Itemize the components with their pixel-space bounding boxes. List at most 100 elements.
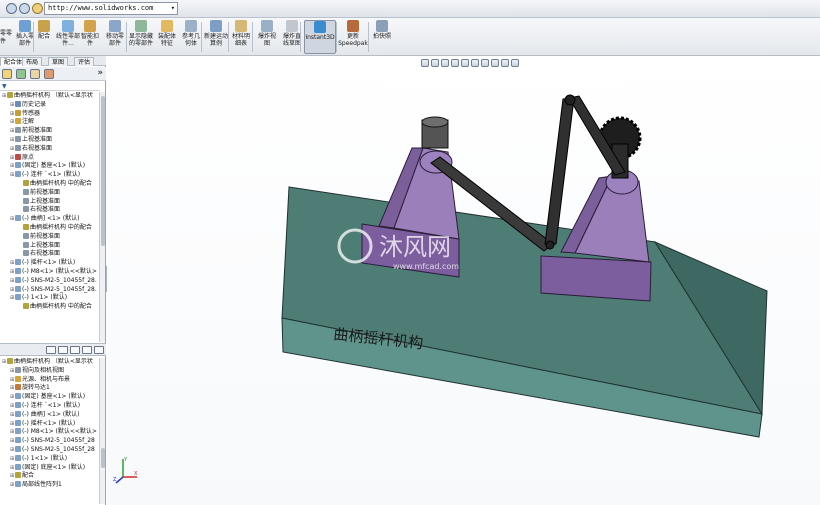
linear-pattern-button[interactable]: 线性零部件... — [56, 20, 80, 54]
tree-item[interactable]: ⊞ (-) M8<1> (默认<<默认> — [0, 267, 98, 277]
tree-item[interactable]: 曲柄摇杆机构 中的配合 — [0, 179, 98, 189]
forward-icon[interactable] — [19, 3, 30, 14]
tree-item[interactable]: ⊞ (-) 曲柄] <1> (默认) — [0, 410, 98, 420]
tree-item-label: 曲柄摇杆机构 中的配合 — [30, 223, 92, 231]
panel-tab[interactable]: 评估 — [74, 57, 95, 66]
tree-item[interactable]: ⊞ (-) SNS-M2-5_10455f_28. — [0, 276, 98, 286]
z-axis-label: Z — [113, 477, 117, 483]
config-manager-icon[interactable] — [30, 69, 40, 79]
tree-node-icon — [15, 215, 21, 222]
tree-item[interactable]: ⊞ (-) SNS-M2-5_10455f_28 — [0, 445, 98, 455]
filter-icon[interactable]: ▼ — [2, 83, 7, 90]
tree-item[interactable]: ⊞ (固定) 基座<1> (默认) — [0, 393, 98, 402]
toolbar-separator — [33, 22, 34, 52]
tree-item[interactable]: ⊞ 传感器 — [0, 109, 98, 119]
results-icon[interactable] — [70, 346, 80, 354]
mate-button[interactable]: 配合 — [36, 20, 52, 54]
reference-geometry-button[interactable]: 参考几何体 — [181, 20, 201, 54]
panel-splitter[interactable] — [0, 343, 106, 356]
smart-fasteners-icon — [84, 20, 96, 32]
calc-icon[interactable] — [82, 346, 92, 354]
scrollbar-thumb[interactable] — [101, 96, 105, 246]
tree-item[interactable]: ⊞ 视向及相机视图 — [0, 366, 98, 376]
browser-bar: http://www.solidworks.com ▾ — [0, 0, 820, 18]
tree-item[interactable]: 曲柄摇杆机构 中的配合 — [0, 303, 98, 312]
panel-tab[interactable]: 布局 — [22, 57, 43, 66]
insert-component-icon — [19, 20, 31, 32]
toolbar-separator — [201, 22, 202, 52]
filter-toggle-icon[interactable] — [46, 346, 56, 354]
panel-tab[interactable]: 草图 — [48, 57, 69, 66]
tree-item[interactable]: ⊞ (固定) 基座<1> (默认) — [0, 162, 98, 171]
tree-item[interactable]: ⊞ 配合 — [0, 472, 98, 481]
move-component-icon — [109, 20, 121, 32]
tree-node-icon — [15, 437, 21, 444]
exploded-view-button[interactable]: 爆炸视图 — [256, 20, 278, 54]
tree-item[interactable]: ⊞ (-) 连杆 `<1> (默认) — [0, 401, 98, 411]
feature-manager-panel: 配合体 布局 草图 评估 » ▼ ⊞ 曲柄摇杆机构 （默认<显示状 ⊞ 历史记录 ⊞ 传感器 ⊞ 注… — [0, 56, 106, 505]
tree-item[interactable]: ⊞ 局部线性阵列1 — [0, 481, 98, 490]
tree-item[interactable]: ⊞ (-) 摇杆<1> (默认) — [0, 259, 98, 268]
motion-tree-scrollbar[interactable] — [99, 358, 105, 504]
tree-node-icon — [23, 206, 29, 213]
tree-item[interactable]: ⊞ 注解 — [0, 118, 98, 127]
tree-item[interactable]: ⊞ 前视基准面 — [0, 127, 98, 136]
tree-item[interactable]: ⊞ (-) 连杆 `<1> (默认) — [0, 171, 98, 180]
tree-scrollbar[interactable] — [99, 92, 105, 342]
joint-pin — [545, 240, 555, 250]
tree-item[interactable]: ⊞ 上视基准面 — [0, 135, 98, 145]
instant3d-button[interactable]: Instant3D — [304, 20, 336, 54]
tree-item-label: 曲柄摇杆机构 （默认<显示状 — [14, 92, 93, 99]
tree-item[interactable]: 右视基准面 — [0, 250, 98, 259]
new-motion-study-button[interactable]: 新建运动算例 — [204, 20, 228, 54]
toolbar-separator — [300, 22, 301, 52]
bill-of-materials-button[interactable]: 材料明细表 — [231, 20, 251, 54]
tree-item[interactable]: 曲柄摇杆机构 中的配合 — [0, 223, 98, 233]
tree-item-label: (固定) 底座<1> (默认) — [22, 463, 86, 471]
tree-item[interactable]: ⊞ 曲柄摇杆机构 （默认<显示状 — [0, 92, 98, 101]
tree-item-label: 前视基准面 — [30, 188, 61, 196]
tree-node-icon — [15, 162, 21, 169]
address-input[interactable]: http://www.solidworks.com ▾ — [44, 2, 178, 15]
tree-item[interactable]: ⊞ (-) SNS-M2-5_10455f_28. — [0, 285, 98, 295]
show-hidden-button[interactable]: 显示隐藏的零部件 — [129, 20, 153, 54]
tree-item[interactable]: 前视基准面 — [0, 188, 98, 198]
graphics-viewport[interactable]: 曲柄摇杆机构 沐风网 www.mfcad.com Y X Z — [107, 56, 820, 505]
tree-item[interactable]: ⊞ (固定) 底座<1> (默认) — [0, 463, 98, 473]
tree-item-label: 局部线性阵列1 — [22, 481, 62, 489]
expand-chevron-icon[interactable]: » — [97, 68, 103, 78]
move-component-button[interactable]: 移动零部件 — [104, 20, 126, 54]
tree-node-icon — [15, 445, 21, 452]
tree-item[interactable]: 右视基准面 — [0, 206, 98, 215]
tree-item[interactable]: ⊞ 右视基准面 — [0, 144, 98, 154]
tree-node-icon — [15, 384, 21, 391]
take-snapshot-button[interactable]: 拍快照 — [372, 20, 392, 54]
property-manager-icon[interactable] — [16, 69, 26, 79]
collapse-icon[interactable] — [94, 346, 104, 354]
tree-item[interactable]: ⊞ 历史记录 — [0, 100, 98, 110]
take-snapshot-icon — [376, 20, 388, 32]
tree-item[interactable]: ⊞ (-) M8<1> (默认<<默认> — [0, 428, 98, 437]
feature-tree-icon[interactable] — [2, 69, 12, 79]
tree-item[interactable]: ⊞ (-) 曲柄] <1> (默认) — [0, 215, 98, 224]
tree-node-icon — [15, 285, 21, 292]
tree-item[interactable]: 前视基准面 — [0, 232, 98, 242]
address-text: http://www.solidworks.com — [48, 4, 154, 12]
chevron-down-icon[interactable]: ▾ — [171, 3, 175, 14]
tree-item[interactable]: ⊞ (-) 1<1> (默认) — [0, 454, 98, 464]
motion-study-icon[interactable] — [58, 346, 68, 354]
tree-item[interactable]: ⊞ (-) 1<1> (默认) — [0, 294, 98, 303]
watermark-url: www.mfcad.com — [393, 262, 459, 271]
scrollbar-thumb[interactable] — [101, 448, 105, 468]
toolbar-separator — [126, 22, 127, 52]
update-speedpak-button[interactable]: 更新Speedpak — [338, 20, 368, 54]
tree-item[interactable]: ⊞ 曲柄摇杆机构 （默认<显示状 — [0, 358, 98, 367]
home-icon[interactable] — [32, 3, 43, 14]
tree-item[interactable]: ⊞ 旋转马达1 — [0, 384, 98, 393]
back-icon[interactable] — [6, 3, 17, 14]
display-manager-icon[interactable] — [44, 69, 54, 79]
tree-item[interactable]: ⊞ (-) SNS-M2-5_10455f_28 — [0, 437, 98, 446]
assembly-features-button[interactable]: 装配体特征 — [157, 20, 177, 54]
smart-fasteners-button[interactable]: 智能扣件 — [80, 20, 100, 54]
tree-filter[interactable]: ▼ — [0, 82, 100, 91]
